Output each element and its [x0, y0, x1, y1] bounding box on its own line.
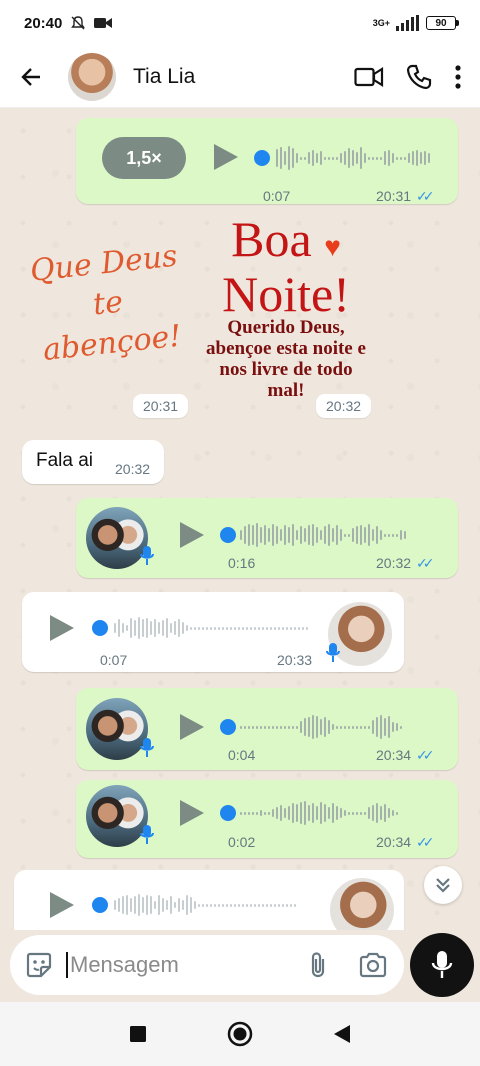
voice-message-outgoing: 1,5× 0:07 20:31 ✓✓: [76, 118, 458, 204]
message-meta: 20:32 ✓✓: [376, 555, 435, 572]
contact-name[interactable]: Tia Lia: [133, 65, 195, 89]
sticker-emoji-icon[interactable]: [24, 950, 54, 980]
voice-message-outgoing: 0:02 20:34 ✓✓: [76, 780, 458, 858]
voice-duration: 0:16: [228, 555, 256, 571]
voice-waveform[interactable]: [114, 614, 308, 642]
sender-avatar: [86, 698, 148, 760]
voice-waveform[interactable]: [114, 891, 296, 919]
voice-waveform[interactable]: [276, 144, 430, 172]
playback-position-handle[interactable]: [254, 150, 270, 166]
double-chevron-down-icon: [436, 878, 450, 893]
heart-icon: ♥: [324, 232, 341, 263]
message-time: 20:33: [277, 652, 313, 668]
voice-duration: 0:04: [228, 747, 256, 763]
attach-icon[interactable]: [306, 950, 330, 980]
playback-position-handle[interactable]: [220, 805, 236, 821]
voice-call-icon[interactable]: [406, 64, 432, 90]
sticker-body: Querido Deus, abençoe esta noite e nos l…: [206, 317, 366, 401]
sticker-que-deus[interactable]: Que Deus te abençoe!: [14, 235, 202, 373]
video-call-icon[interactable]: [354, 66, 384, 88]
video-recording-icon: [94, 18, 113, 28]
system-navigation-bar: [0, 1002, 480, 1066]
clock: 20:40: [24, 14, 63, 32]
message-time: 20:31: [376, 188, 412, 204]
voice-duration: 0:02: [228, 834, 256, 850]
message-meta: 20:31 ✓✓: [376, 188, 435, 205]
back-button[interactable]: [0, 46, 64, 108]
microphone-icon: [140, 738, 154, 757]
voice-message-outgoing: 0:16 20:32 ✓✓: [76, 498, 458, 578]
microphone-icon: [140, 546, 154, 565]
composer-bar: Mensagem: [0, 930, 480, 1002]
recent-apps-icon[interactable]: [129, 1025, 147, 1043]
sticker-boa-noite[interactable]: Boa ♥ Noite! Querido Deus, abençoe esta …: [206, 214, 366, 401]
contact-avatar[interactable]: [68, 52, 116, 101]
message-meta: 20:34 ✓✓: [376, 747, 435, 764]
camera-icon[interactable]: [358, 952, 388, 978]
message-meta: 20:34 ✓✓: [376, 834, 435, 851]
back-nav-icon[interactable]: [333, 1024, 351, 1044]
playback-speed-label: 1,5×: [126, 147, 162, 168]
network-type: 3G+: [372, 18, 390, 28]
read-receipt-icon: ✓✓: [416, 188, 435, 204]
message-time: 20:34: [376, 747, 412, 763]
message-input[interactable]: Mensagem: [66, 952, 179, 978]
read-receipt-icon: ✓✓: [416, 747, 435, 763]
play-icon[interactable]: [50, 615, 74, 641]
read-receipt-icon: ✓✓: [416, 555, 435, 571]
message-text: Fala ai: [36, 450, 94, 471]
home-icon[interactable]: [227, 1021, 253, 1047]
read-receipt-icon: ✓✓: [416, 834, 435, 850]
voice-waveform[interactable]: [240, 799, 398, 827]
microphone-icon: [326, 643, 340, 662]
voice-message-outgoing: 0:04 20:34 ✓✓: [76, 688, 458, 770]
status-bar: 20:40 3G+ 90: [0, 0, 480, 46]
playback-position-handle[interactable]: [92, 897, 108, 913]
voice-duration: 0:07: [263, 188, 291, 204]
playback-position-handle[interactable]: [220, 719, 236, 735]
sticker-time: 20:31: [133, 394, 189, 418]
play-icon[interactable]: [180, 714, 204, 740]
chat-area[interactable]: 1,5× 0:07 20:31 ✓✓ Que Deus te abençoe! 2…: [0, 108, 480, 930]
voice-message-incoming: [14, 870, 404, 930]
mute-notifications-icon: [71, 16, 86, 30]
record-voice-button[interactable]: [410, 933, 474, 997]
voice-duration: 0:07: [100, 652, 128, 668]
message-time: 20:34: [376, 834, 412, 850]
voice-waveform[interactable]: [240, 713, 402, 741]
chat-header: Tia Lia: [0, 46, 480, 108]
sender-avatar: [86, 785, 148, 847]
message-time: 20:32: [376, 555, 412, 571]
playback-position-handle[interactable]: [220, 527, 236, 543]
sticker-text: Que Deus te abençoe!: [28, 238, 183, 368]
voice-waveform[interactable]: [240, 521, 406, 549]
sticker-title-noite: Noite!: [222, 266, 350, 322]
text-message-incoming: Fala ai 20:32: [22, 440, 164, 484]
message-time: 20:32: [115, 461, 151, 477]
playback-speed-button[interactable]: 1,5×: [102, 137, 186, 179]
microphone-icon: [431, 951, 453, 978]
battery-level: 90: [435, 17, 447, 29]
sender-avatar: [330, 878, 394, 930]
sticker-title-boa: Boa: [231, 211, 312, 267]
sender-avatar: [86, 507, 148, 569]
play-icon[interactable]: [180, 800, 204, 826]
signal-icon: [396, 15, 419, 31]
more-options-icon[interactable]: [454, 64, 462, 90]
sticker-time: 20:32: [316, 394, 372, 418]
playback-position-handle[interactable]: [92, 620, 108, 636]
play-icon[interactable]: [214, 144, 238, 170]
scroll-to-bottom-button[interactable]: [424, 866, 462, 904]
microphone-icon: [140, 825, 154, 844]
play-icon[interactable]: [180, 522, 204, 548]
message-input-container[interactable]: Mensagem: [10, 935, 404, 995]
battery-icon: 90: [426, 16, 459, 30]
back-arrow-icon: [21, 67, 40, 86]
voice-message-incoming: 0:07 20:33: [22, 592, 404, 672]
play-icon[interactable]: [50, 892, 74, 918]
